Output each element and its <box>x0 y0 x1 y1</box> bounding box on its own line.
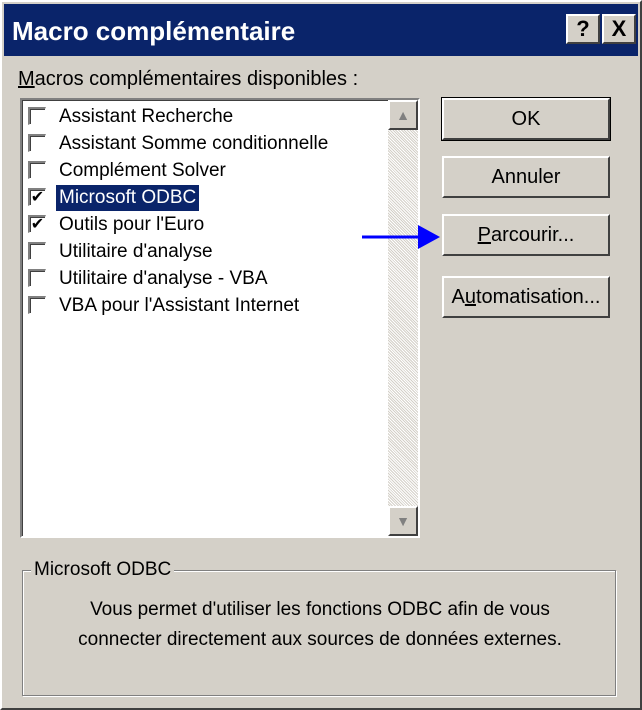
automation-label-start: A <box>451 286 465 308</box>
browse-label: arcourir... <box>490 224 575 246</box>
addin-label: Outils pour l'Euro <box>59 214 205 235</box>
addin-checkbox[interactable] <box>28 296 46 314</box>
addins-list-label: Macros complémentaires disponibles : <box>18 68 358 91</box>
annotation-arrow-icon <box>362 225 440 249</box>
description-line-2: connecter directement aux sources de don… <box>78 629 562 650</box>
addin-item[interactable]: Assistant Somme conditionnelle <box>26 131 382 157</box>
vertical-scrollbar[interactable]: ▲ ▼ <box>388 100 418 536</box>
addins-list-label-hotkey: M <box>18 68 35 90</box>
addin-item[interactable]: Utilitaire d'analyse <box>26 239 382 265</box>
addin-checkbox[interactable] <box>28 242 46 260</box>
addin-label: Assistant Somme conditionnelle <box>59 133 329 154</box>
automation-hotkey: u <box>464 286 476 308</box>
addin-item[interactable]: Complément Solver <box>26 158 382 184</box>
addin-label: Assistant Recherche <box>59 106 234 127</box>
addin-checkbox[interactable] <box>28 107 46 125</box>
addin-label: Utilitaire d'analyse <box>59 241 213 262</box>
addin-item[interactable]: Utilitaire d'analyse - VBA <box>26 266 382 292</box>
addin-label: Utilitaire d'analyse - VBA <box>59 268 268 289</box>
addin-label: Microsoft ODBC <box>56 185 200 211</box>
addin-checkbox[interactable] <box>28 134 46 152</box>
addin-item[interactable]: ✔ Microsoft ODBC <box>26 185 382 211</box>
addin-checkbox[interactable] <box>28 161 46 179</box>
browse-hotkey: P <box>477 224 491 246</box>
checkmark-icon[interactable]: ✔ <box>28 188 46 206</box>
browse-button[interactable]: Parcourir... <box>442 214 610 256</box>
description-text: Vous permet d'utiliser les fonctions ODB… <box>23 595 617 655</box>
addins-dialog: Macro complémentaire ? X Macros compléme… <box>0 0 642 710</box>
window-title: Macro complémentaire <box>12 16 296 46</box>
description-group: Microsoft ODBC Vous permet d'utiliser le… <box>22 559 617 696</box>
addins-list-label-text: acros complémentaires disponibles : <box>34 68 359 90</box>
addin-label: Complément Solver <box>59 160 226 181</box>
addin-label: VBA pour l'Assistant Internet <box>59 295 300 316</box>
checkmark-icon[interactable]: ✔ <box>28 215 46 233</box>
description-line-1: Vous permet d'utiliser les fonctions ODB… <box>90 599 550 620</box>
cancel-button[interactable]: Annuler <box>442 156 610 198</box>
automation-button[interactable]: Automatisation... <box>442 276 610 318</box>
close-button[interactable]: X <box>602 14 636 44</box>
ok-button[interactable]: OK <box>441 97 611 141</box>
title-bar[interactable]: Macro complémentaire ? X <box>4 4 638 56</box>
addin-checkbox[interactable] <box>28 269 46 287</box>
help-button[interactable]: ? <box>566 14 600 44</box>
scroll-up-icon[interactable]: ▲ <box>388 100 418 130</box>
addin-item[interactable]: VBA pour l'Assistant Internet <box>26 293 382 319</box>
description-title: Microsoft ODBC <box>31 559 175 581</box>
addin-item[interactable]: ✔ Outils pour l'Euro <box>26 212 382 238</box>
addin-item[interactable]: Assistant Recherche <box>26 104 382 130</box>
addins-listbox[interactable]: Assistant Recherche Assistant Somme condi… <box>20 98 420 538</box>
scroll-down-icon[interactable]: ▼ <box>388 506 418 536</box>
automation-label-end: tomatisation... <box>475 286 601 308</box>
